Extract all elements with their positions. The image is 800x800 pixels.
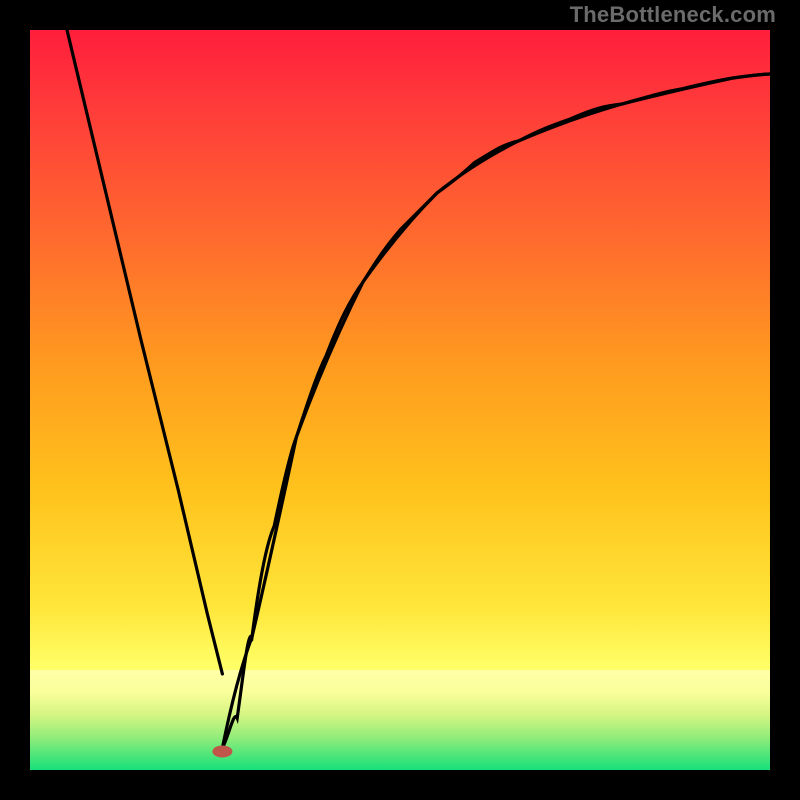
vertex-marker [212,746,232,758]
gradient-background [30,30,770,770]
chart-plot-area [30,30,770,770]
bottom-band [30,670,770,770]
chart-frame: TheBottleneck.com [0,0,800,800]
watermark-text: TheBottleneck.com [570,2,776,28]
